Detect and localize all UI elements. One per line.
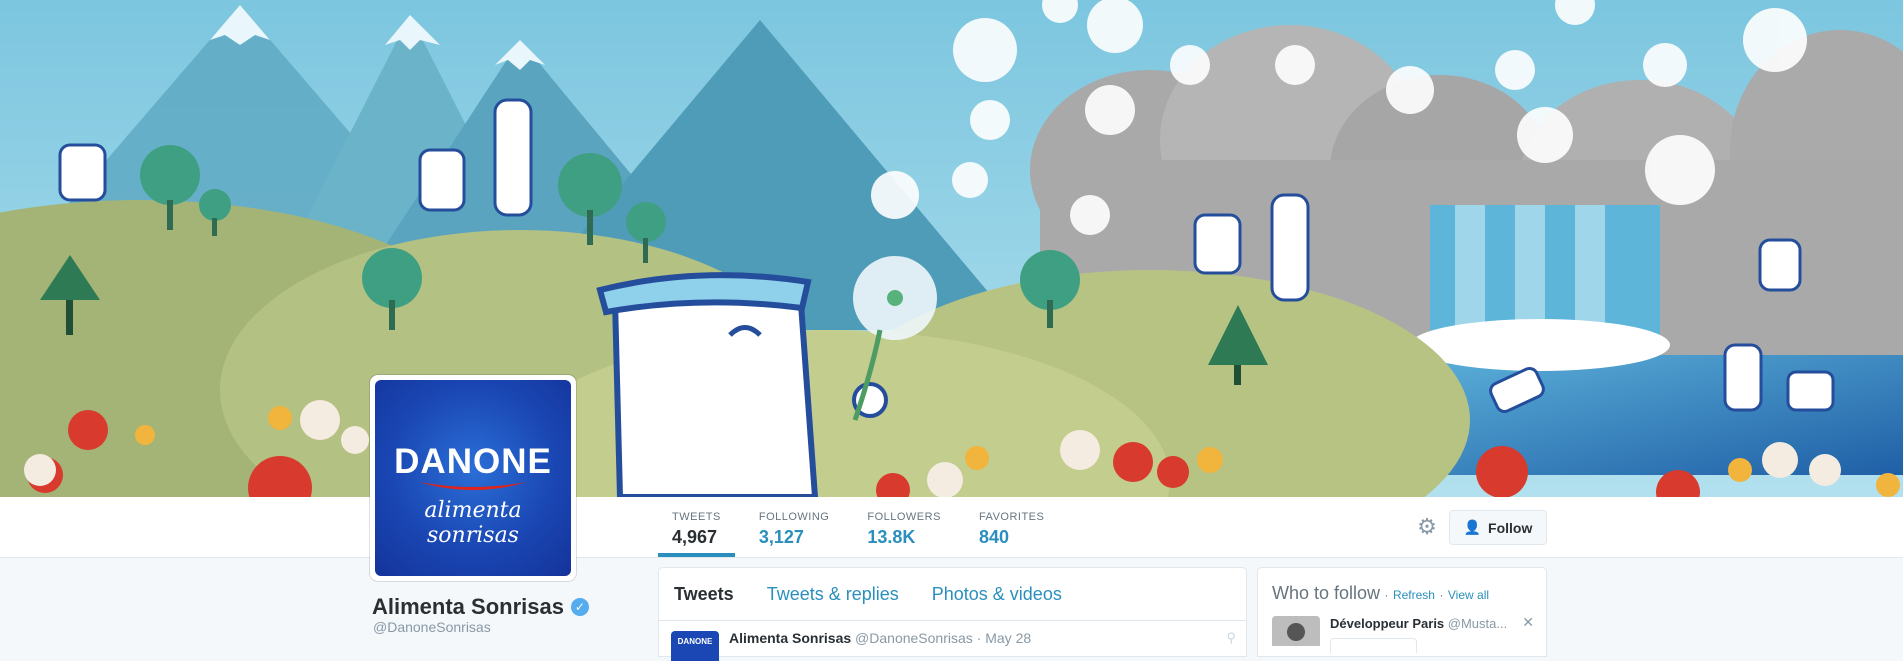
stat-value: 4,967 bbox=[672, 527, 718, 547]
who-to-follow-header: Who to follow · Refresh · View all bbox=[1272, 583, 1489, 604]
who-to-follow-title: Who to follow bbox=[1272, 583, 1381, 603]
follow-button[interactable]: 👤 Follow bbox=[1449, 510, 1547, 545]
suggested-user-name: Développeur Paris @Musta... bbox=[1330, 616, 1507, 631]
close-icon[interactable]: ✕ bbox=[1522, 614, 1534, 631]
suggested-user-display-name[interactable]: Développeur Paris bbox=[1330, 616, 1444, 631]
header-separator: · bbox=[1439, 588, 1444, 602]
stat-value: 840 bbox=[978, 527, 1009, 547]
profile-banner bbox=[0, 0, 1903, 497]
profile-display-name[interactable]: Alimenta Sonrisas bbox=[372, 594, 564, 620]
view-all-link[interactable]: View all bbox=[1448, 588, 1489, 602]
who-to-follow-panel: Who to follow · Refresh · View all Dével… bbox=[1257, 567, 1547, 657]
stat-label: FOLLOWING bbox=[758, 511, 830, 523]
stat-label: FOLLOWERS bbox=[867, 511, 941, 523]
stat-following[interactable]: FOLLOWING 3,127 bbox=[745, 503, 844, 557]
avatar-tagline: alimenta sonrisas bbox=[424, 498, 522, 548]
tweet-header: Alimenta Sonrisas @DanoneSonrisas · May … bbox=[729, 630, 1031, 646]
stat-value: 13.8K bbox=[867, 527, 916, 547]
stat-value: 3,127 bbox=[758, 527, 804, 547]
avatar-swoosh-icon bbox=[419, 482, 527, 490]
suggested-follow-button[interactable] bbox=[1330, 638, 1417, 653]
suggested-user[interactable]: Développeur Paris @Musta... ✕ bbox=[1272, 614, 1534, 656]
tab-tweets-replies[interactable]: Tweets & replies bbox=[767, 584, 899, 605]
profile-stats: TWEETS 4,967 FOLLOWING 3,127 FOLLOWERS 1… bbox=[658, 503, 1068, 557]
profile-name: Alimenta Sonrisas ✓ bbox=[372, 594, 589, 620]
user-photo-icon bbox=[1272, 616, 1320, 646]
avatar-logo: DANONE alimenta sonrisas bbox=[375, 380, 571, 576]
avatar-brand-text: DANONE bbox=[394, 442, 552, 481]
tweet-separator: · bbox=[976, 630, 982, 646]
tweet-avatar[interactable]: DANONE bbox=[671, 631, 719, 661]
tab-tweets[interactable]: Tweets bbox=[674, 584, 734, 605]
tab-photos-videos[interactable]: Photos & videos bbox=[932, 584, 1062, 605]
stat-label: FAVORITES bbox=[978, 511, 1045, 523]
header-separator: · bbox=[1384, 588, 1389, 602]
tweet-author[interactable]: Alimenta Sonrisas bbox=[729, 630, 851, 646]
profile-handle[interactable]: @DanoneSonrisas bbox=[373, 619, 491, 635]
suggested-user-avatar[interactable] bbox=[1272, 616, 1320, 646]
stat-followers[interactable]: FOLLOWERS 13.8K bbox=[853, 503, 955, 557]
stat-tweets[interactable]: TWEETS 4,967 bbox=[658, 503, 735, 557]
verified-badge-icon: ✓ bbox=[570, 598, 589, 616]
tweet-item[interactable]: DANONE Alimenta Sonrisas @DanoneSonrisas… bbox=[659, 621, 1246, 661]
profile-avatar[interactable]: DANONE alimenta sonrisas bbox=[370, 375, 576, 581]
stat-label: TWEETS bbox=[672, 511, 721, 523]
stat-favorites[interactable]: FAVORITES 840 bbox=[965, 503, 1058, 557]
follow-button-label: Follow bbox=[1488, 519, 1533, 536]
timeline-tabs: Tweets Tweets & replies Photos & videos bbox=[659, 568, 1246, 621]
refresh-link[interactable]: Refresh bbox=[1393, 588, 1435, 602]
gear-icon[interactable]: ⚙ bbox=[1415, 515, 1439, 539]
timeline-panel: Tweets Tweets & replies Photos & videos … bbox=[658, 567, 1247, 661]
pin-icon: ⚲ bbox=[1226, 630, 1236, 645]
tweet-handle[interactable]: @DanoneSonrisas bbox=[855, 630, 973, 646]
banner-illustration bbox=[0, 0, 1903, 497]
suggested-user-handle[interactable]: @Musta... bbox=[1448, 616, 1507, 631]
tweet-date[interactable]: May 28 bbox=[985, 630, 1031, 646]
add-user-icon: 👤 bbox=[1463, 519, 1482, 535]
